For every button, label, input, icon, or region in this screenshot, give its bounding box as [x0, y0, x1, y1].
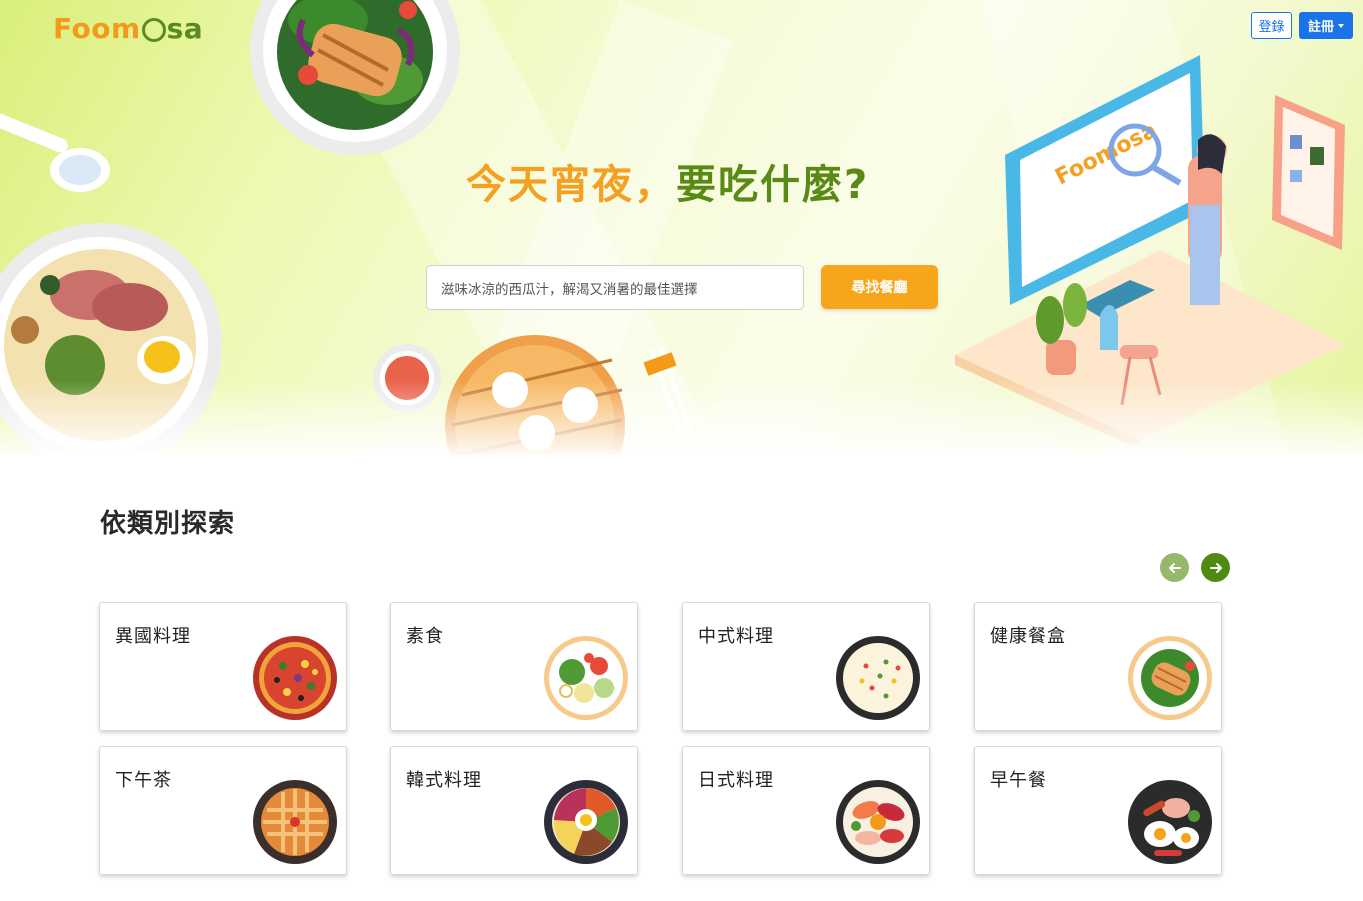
register-label: 註冊 [1307, 20, 1334, 35]
category-card-afternoon-tea[interactable]: 下午茶 [99, 746, 347, 875]
breakfast-plate-icon [1128, 780, 1212, 864]
pie-icon [253, 780, 337, 864]
caret-down-icon [1338, 23, 1344, 28]
logo-face-icon [141, 17, 166, 42]
carousel-prev-button[interactable] [1160, 553, 1189, 582]
category-label: 素食 [406, 626, 444, 647]
category-card-japanese[interactable]: 日式料理 [682, 746, 930, 875]
category-card-foreign[interactable]: 異國料理 [99, 602, 347, 731]
foomosa-logo[interactable]: Foom sa [53, 12, 203, 45]
headline-part1: 今天宵夜， [466, 162, 676, 208]
logo-text-sa: sa [166, 12, 204, 45]
carousel-next-button[interactable] [1201, 553, 1230, 582]
category-label: 日式料理 [698, 770, 774, 791]
headline-part2: 要吃什麼? [676, 162, 870, 208]
arrow-right-icon [1209, 562, 1222, 573]
salad-bowl-illustration [250, 0, 460, 155]
hero-headline: 今天宵夜，要吃什麼? [466, 152, 869, 210]
category-label: 韓式料理 [406, 770, 482, 791]
category-label: 下午茶 [115, 770, 172, 791]
category-label: 早午餐 [990, 770, 1047, 791]
category-label: 異國料理 [115, 626, 191, 647]
spoon-illustration [0, 113, 110, 192]
restaurant-search-input[interactable]: 滋味冰涼的西瓜汁，解渴又消暑的最佳選擇 [426, 265, 804, 310]
arrow-left-icon [1168, 562, 1181, 573]
logo-text-foom: Foom [53, 12, 141, 45]
chicken-salad-icon [1128, 636, 1212, 720]
salad-plate-icon [544, 636, 628, 720]
category-label: 中式料理 [698, 626, 774, 647]
bibimbap-icon [544, 780, 628, 864]
pizza-icon [253, 636, 337, 720]
hero-banner: Foomosa [0, 0, 1363, 455]
register-dropdown-button[interactable]: 註冊 [1299, 12, 1353, 39]
category-label: 健康餐盒 [990, 626, 1066, 647]
category-card-brunch[interactable]: 早午餐 [974, 746, 1222, 875]
category-card-chinese[interactable]: 中式料理 [682, 602, 930, 731]
fried-rice-icon [836, 636, 920, 720]
find-restaurant-button[interactable]: 尋找餐廳 [821, 265, 938, 309]
login-button[interactable]: 登錄 [1251, 12, 1292, 39]
category-card-vegetarian[interactable]: 素食 [390, 602, 638, 731]
category-card-healthy-box[interactable]: 健康餐盒 [974, 602, 1222, 731]
category-card-korean[interactable]: 韓式料理 [390, 746, 638, 875]
sashimi-bowl-icon [836, 780, 920, 864]
section-title: 依類別探索 [100, 509, 236, 539]
